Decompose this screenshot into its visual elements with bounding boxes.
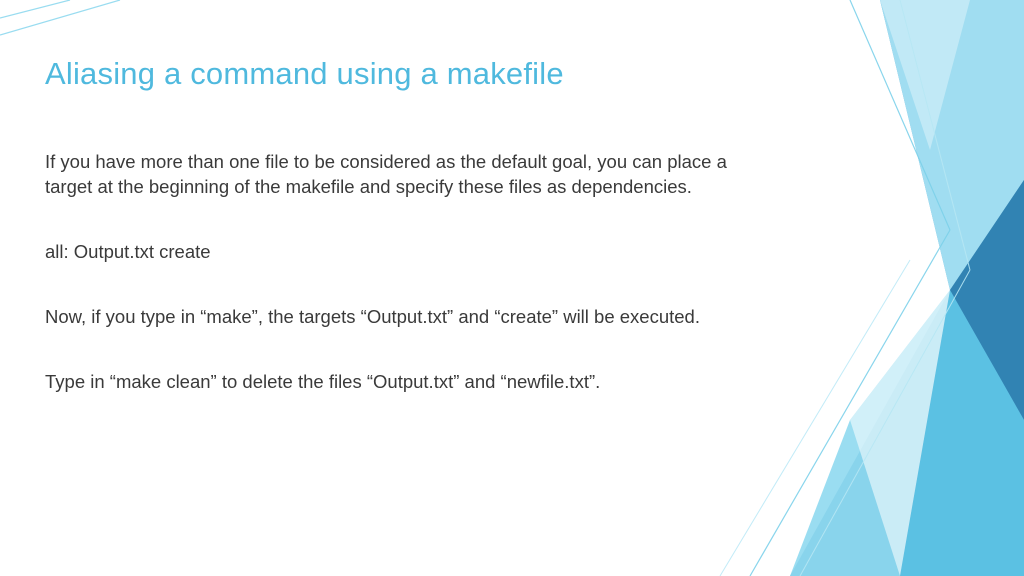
paragraph-clean: Type in “make clean” to delete the files… (45, 370, 745, 395)
slide-title: Aliasing a command using a makefile (45, 55, 745, 92)
paragraph-intro: If you have more than one file to be con… (45, 150, 745, 200)
paragraph-code: all: Output.txt create (45, 240, 745, 265)
paragraph-make: Now, if you type in “make”, the targets … (45, 305, 745, 330)
content-area: Aliasing a command using a makefile If y… (45, 55, 745, 435)
slide: Aliasing a command using a makefile If y… (0, 0, 1024, 576)
